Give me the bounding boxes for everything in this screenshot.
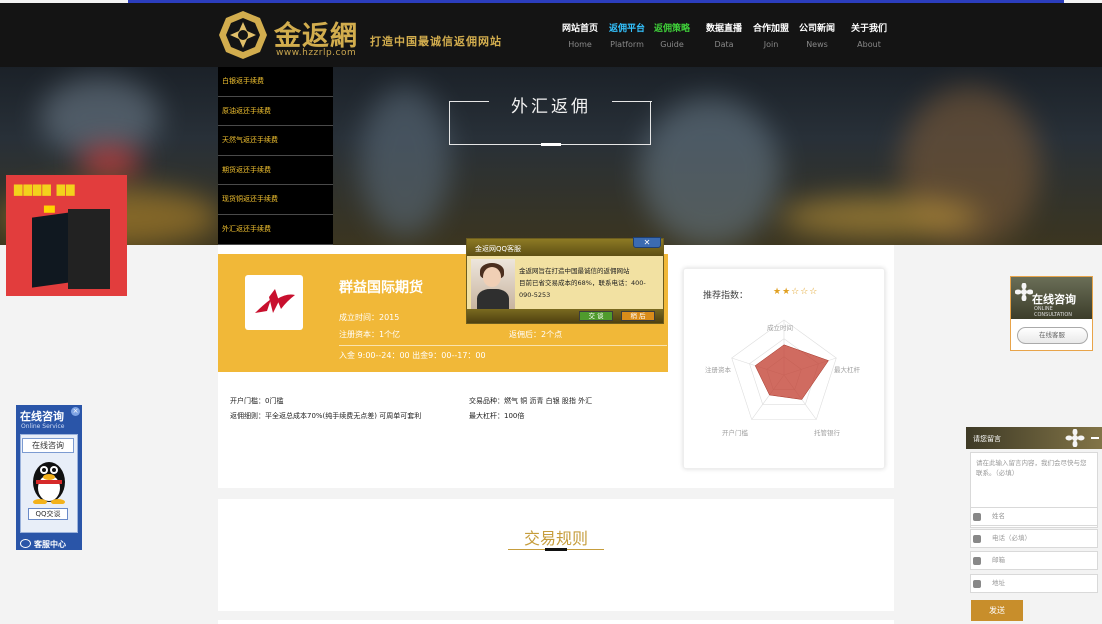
consult-subtitle: ONLINE CONSULTATION [1034,306,1073,318]
service-agent-avatar [471,259,515,309]
qq-service-popup: 金返网QQ客服 ✕ 金返网旨在打造中国最诚信的返佣网站 目前已省交易成本的68%… [466,237,664,324]
radar-label-founded: 成立时间 [767,324,793,332]
nav-label: 数据直播 [705,24,742,34]
side-menu: 白银返手续费 原油返还手续费 天然气返还手续费 期货返还手续费 现货铜返还手续费… [218,67,333,245]
online-consult-button[interactable]: 在线咨询 [22,438,74,453]
ad-blurred-text: ▇▇ [44,205,55,213]
qq-penguin-icon [33,462,65,504]
consult-title: 在线咨询 [1032,293,1076,306]
hero-title: 外汇返佣 [511,97,591,117]
radar-label-threshold: 开户门槛 [722,429,748,437]
phone-field[interactable]: 电话（必填） [970,529,1098,548]
qq-float-widget: 在线咨询 Online Service × 在线咨询 QQ交谈 客服中心 [16,405,82,550]
nav-join[interactable]: 合作加盟 Join [746,23,796,52]
nav-label: 网站首页 [561,24,598,34]
detail-threshold: 开户门槛：0门槛 [230,397,284,405]
detail-leverage: 最大杠杆：100倍 [469,412,525,420]
nav-label: 返佣平台 [608,24,645,34]
company-name: 群益国际期货 [339,280,423,296]
qq-float-title: 在线咨询 [20,410,64,423]
company-rebate: 返佣后：2个点 [509,330,563,339]
address-field[interactable]: 地址 [970,574,1098,593]
summary-divider [339,345,667,346]
mail-icon [973,557,981,565]
nav-about[interactable]: 关于我们 About [844,23,894,52]
nav-label: 返佣策略 [653,24,690,34]
side-menu-item[interactable]: 期货返还手续费 [218,156,333,186]
nav-label: 合作加盟 [752,24,789,34]
service-center-label[interactable]: 客服中心 [34,539,66,550]
nav-home[interactable]: 网站首页 Home [555,23,605,52]
detail-varieties: 交易品种：燃气 铜 沥青 白银 股指 外汇 [469,397,593,405]
company-logo [245,275,303,330]
nav-label: 关于我们 [850,24,887,34]
logo-icon[interactable] [218,10,268,60]
leave-message-panel: 请您留言 请在此输入留言内容，我们会尽快与您联系。（必填） 姓名 电话（必填） … [966,427,1102,624]
nav-sublabel: About [857,40,881,49]
left-ad-banner[interactable]: ▇▇▇▇ ▇▇ ▇▇ [6,175,127,296]
nav-sublabel: Join [763,40,779,49]
nav-news[interactable]: 公司新闻 News [792,23,842,52]
company-capital: 注册资本：1个亿 [339,330,401,339]
popup-close-button[interactable]: ✕ [633,237,661,248]
nav-sublabel: Home [568,40,592,49]
popup-chat-button[interactable]: 交 谈 [579,311,613,321]
qq-float-subtitle: Online Service [21,423,65,430]
detail-rules: 返佣细则：平全返总成本70%(纯手续费无点差) 可周单可套利 [230,412,422,420]
company-founded: 成立时间：2015 [339,313,400,322]
nav-platform[interactable]: 返佣平台 Platform [602,23,652,52]
logo-url: www.hzzrlp.com [276,48,357,58]
flower-icon [1015,283,1033,301]
close-icon[interactable]: × [71,407,80,416]
nav-guide[interactable]: 返佣策略 Guide [647,23,697,52]
ad-device-image [68,209,110,289]
leave-message-title: 请您留言 [973,435,1001,443]
nav-data[interactable]: 数据直播 Data [699,23,749,52]
site-slogan: 打造中国最诚信返佣网站 [370,35,502,48]
rules-section [218,499,894,611]
next-section [218,620,894,624]
ad-device-image [32,212,70,288]
rules-title: 交易规则 [523,529,588,548]
trading-hours: 入金 9:00--24：00 出金9：00--17：00 [339,351,486,360]
popup-line-1: 金返网旨在打造中国最诚信的返佣网站 [519,267,630,275]
email-field[interactable]: 邮箱 [970,551,1098,570]
popup-message: 金返网旨在打造中国最诚信的返佣网站 目前已省交易成本的68%，联系电话：400-… [519,265,659,301]
ad-blurred-text: ▇▇▇▇ ▇▇ [14,183,76,196]
popup-later-button[interactable]: 稍 后 [621,311,655,321]
radar-label-capital: 注册资本 [705,366,731,374]
user-icon [973,513,981,521]
service-center-icon [20,539,31,548]
name-field[interactable]: 姓名 [970,507,1098,526]
radar-label-bank: 托管银行 [814,429,840,437]
popup-title: 金返网QQ客服 [475,245,522,253]
online-consult-widget: 在线咨询 ONLINE CONSULTATION 在线客服 [1010,276,1093,351]
popup-line-2: 目前已省交易成本的68%，联系电话：400-090-5253 [519,279,646,299]
side-menu-item[interactable]: 天然气返还手续费 [218,126,333,156]
side-menu-item[interactable]: 外汇返还手续费 [218,215,333,245]
radar-label-leverage: 最大杠杆 [834,366,860,374]
nav-sublabel: Data [714,40,734,49]
hero-frame-line [612,101,652,102]
online-service-button[interactable]: 在线客服 [1017,327,1088,344]
side-menu-item[interactable]: 现货铜返还手续费 [218,185,333,215]
radar-value-area [754,344,829,400]
qq-chat-button[interactable]: QQ交谈 [28,508,68,520]
company-logo-icon [255,289,295,313]
flower-icon [1065,429,1085,447]
hero-dash [541,143,561,146]
site-header [0,3,1102,67]
rules-dash [545,548,567,551]
side-menu-item[interactable]: 白银返手续费 [218,67,333,97]
nav-sublabel: Guide [660,40,684,49]
location-icon [973,580,981,588]
minimize-icon[interactable] [1091,437,1099,439]
phone-icon [973,535,981,543]
hero-frame-line [449,101,489,102]
nav-sublabel: News [806,40,828,49]
side-menu-item[interactable]: 原油返还手续费 [218,97,333,127]
nav-sublabel: Platform [610,40,644,49]
send-button[interactable]: 发送 [971,600,1023,621]
nav-label: 公司新闻 [798,24,835,34]
